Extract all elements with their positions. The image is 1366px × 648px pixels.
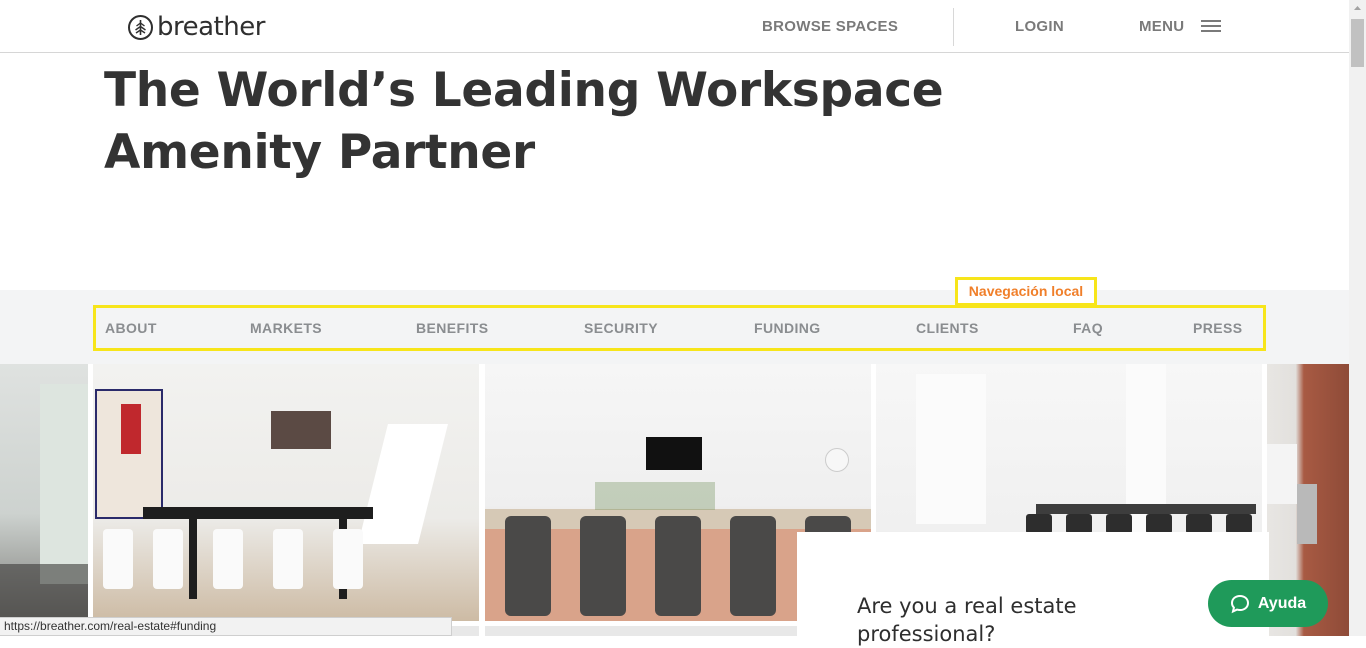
browse-spaces-link[interactable]: BROWSE SPACES <box>762 18 898 35</box>
local-nav-about[interactable]: ABOUT <box>105 320 157 336</box>
logo-text: breather <box>157 12 265 42</box>
help-button[interactable]: Ayuda <box>1208 580 1328 627</box>
local-nav-annotation: Navegación local <box>955 277 1097 306</box>
chat-bubble-icon <box>1230 594 1249 613</box>
local-nav-benefits[interactable]: BENEFITS <box>416 320 488 336</box>
workspace-photo-2 <box>93 364 479 621</box>
card-title: Are you a real estate professional? <box>857 594 1077 646</box>
help-label: Ayuda <box>1257 594 1307 612</box>
site-header: breather BROWSE SPACES LOGIN MENU <box>0 0 1349 53</box>
local-nav-security[interactable]: SECURITY <box>584 320 658 336</box>
status-bar-url: https://breather.com/real-estate#funding <box>0 617 452 636</box>
tree-logo-icon <box>128 14 153 40</box>
local-nav-press[interactable]: PRESS <box>1193 320 1242 336</box>
workspace-photo-1 <box>0 364 88 636</box>
login-link[interactable]: LOGIN <box>1015 18 1064 35</box>
scroll-up-arrow-icon[interactable] <box>1349 0 1366 17</box>
hamburger-icon[interactable] <box>1201 20 1221 33</box>
local-nav-markets[interactable]: MARKETS <box>250 320 322 336</box>
header-divider <box>953 8 954 46</box>
page-title-line-1: The World’s Leading Workspace <box>104 63 944 118</box>
menu-button[interactable]: MENU <box>1139 18 1184 35</box>
real-estate-card: Are you a real estate professional? <box>797 532 1269 646</box>
breather-logo[interactable]: breather <box>128 11 265 43</box>
local-nav-clients[interactable]: CLIENTS <box>916 320 979 336</box>
local-nav-funding[interactable]: FUNDING <box>754 320 821 336</box>
photo-row-2-mid <box>485 626 797 636</box>
page-title-line-2: Amenity Partner <box>104 125 535 180</box>
page-title: The World’s Leading Workspace Amenity Pa… <box>104 60 1004 184</box>
local-nav-faq[interactable]: FAQ <box>1073 320 1103 336</box>
vertical-scrollbar[interactable] <box>1349 0 1366 636</box>
scroll-thumb[interactable] <box>1351 19 1364 67</box>
